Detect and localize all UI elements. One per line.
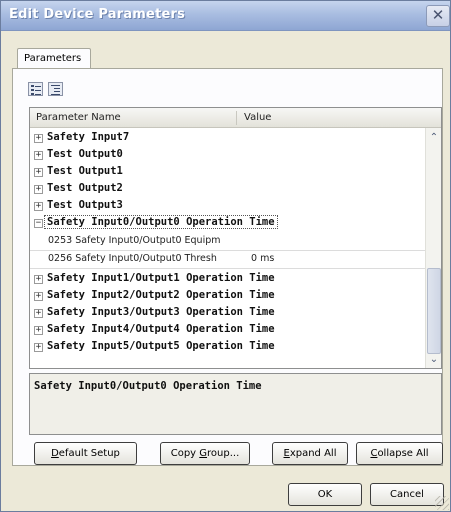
description-text: Safety Input0/Output0 Operation Time: [34, 380, 262, 392]
column-header-value[interactable]: Value: [244, 112, 271, 123]
edit-device-parameters-dialog: Edit Device Parameters ✕ Parameters Para…: [0, 0, 451, 512]
group-row[interactable]: + Test Output1: [30, 164, 425, 180]
group-row[interactable]: + Test Output3: [30, 198, 425, 214]
tab-parameters-label: Parameters: [24, 53, 82, 64]
group-row[interactable]: + Safety Input5/Output5 Operation Time: [30, 339, 425, 355]
default-setup-button[interactable]: Default Setup: [34, 442, 137, 465]
group-row-selected[interactable]: − Safety Input0/Output0 Operation Time: [30, 215, 425, 231]
scroll-up-icon[interactable]: ⌃: [426, 130, 442, 146]
mnemonic: D: [51, 448, 59, 459]
button-label: xpand All: [289, 448, 337, 459]
button-label: Copy: [170, 448, 200, 459]
copy-group-button[interactable]: Copy Group...: [160, 442, 250, 465]
column-divider[interactable]: [236, 111, 237, 125]
button-label: roup...: [207, 448, 240, 459]
scroll-thumb[interactable]: [427, 268, 441, 354]
group-row[interactable]: + Safety Input2/Output2 Operation Time: [30, 288, 425, 304]
expand-icon[interactable]: +: [34, 151, 43, 160]
expand-icon[interactable]: +: [34, 185, 43, 194]
group-label: Test Output2: [47, 182, 123, 194]
button-label: efault Setup: [58, 448, 120, 459]
group-row[interactable]: + Safety Input4/Output4 Operation Time: [30, 322, 425, 338]
resize-grip-icon[interactable]: [435, 496, 449, 510]
expand-icon[interactable]: +: [34, 343, 43, 352]
title-bar[interactable]: Edit Device Parameters ✕: [1, 1, 450, 31]
expand-icon[interactable]: +: [34, 134, 43, 143]
vertical-scrollbar[interactable]: ⌃ ⌄: [425, 128, 441, 368]
collapse-icon[interactable]: −: [34, 219, 43, 228]
ok-button[interactable]: OK: [288, 483, 362, 506]
group-row[interactable]: + Safety Input7: [30, 130, 425, 146]
expand-all-button[interactable]: Expand All: [272, 442, 348, 465]
parameter-row[interactable]: 0253 Safety Input0/Output0 Equipm: [30, 233, 425, 251]
tab-parameters[interactable]: Parameters: [17, 48, 91, 69]
parameter-row[interactable]: 0256 Safety Input0/Output0 Thresh 0 ms: [30, 251, 425, 269]
group-label: Safety Input1/Output1 Operation Time: [47, 272, 275, 284]
group-row[interactable]: + Safety Input3/Output3 Operation Time: [30, 305, 425, 321]
expand-icon[interactable]: +: [34, 275, 43, 284]
collapse-all-button[interactable]: Collapse All: [356, 442, 443, 465]
group-label: Test Output3: [47, 199, 123, 211]
description-panel: Safety Input0/Output0 Operation Time: [29, 373, 442, 435]
scroll-down-icon[interactable]: ⌄: [426, 352, 442, 368]
group-label: Test Output1: [47, 165, 123, 177]
group-row[interactable]: + Safety Input1/Output1 Operation Time: [30, 271, 425, 287]
mnemonic: G: [199, 448, 208, 459]
group-label: Safety Input4/Output4 Operation Time: [47, 323, 275, 335]
group-row[interactable]: + Test Output0: [30, 147, 425, 163]
group-label: Safety Input7: [47, 131, 130, 143]
close-button[interactable]: ✕: [426, 5, 450, 27]
group-label: Test Output0: [47, 148, 123, 160]
column-header-parameter-name[interactable]: Parameter Name: [36, 112, 121, 123]
group-row[interactable]: + Test Output2: [30, 181, 425, 197]
parameter-name: 0253 Safety Input0/Output0 Equipm: [48, 235, 221, 246]
group-label: Safety Input2/Output2 Operation Time: [47, 289, 275, 301]
expand-icon[interactable]: +: [34, 168, 43, 177]
close-icon: ✕: [431, 6, 445, 24]
parameter-name: 0256 Safety Input0/Output0 Thresh: [48, 253, 217, 264]
button-label: ollapse All: [377, 448, 429, 459]
cancel-button[interactable]: Cancel: [370, 483, 444, 506]
grid-header: Parameter Name Value: [30, 108, 441, 128]
expand-icon[interactable]: +: [34, 292, 43, 301]
window-title: Edit Device Parameters: [9, 7, 186, 22]
expand-icon[interactable]: +: [34, 309, 43, 318]
details-view-icon[interactable]: [48, 82, 63, 96]
group-label: Safety Input0/Output0 Operation Time: [44, 215, 278, 229]
group-label: Safety Input3/Output3 Operation Time: [47, 306, 275, 318]
list-view-icon[interactable]: [28, 82, 43, 96]
parameter-grid[interactable]: Parameter Name Value + Safety Input7 + T…: [29, 107, 442, 369]
expand-icon[interactable]: +: [34, 326, 43, 335]
group-label: Safety Input5/Output5 Operation Time: [47, 340, 275, 352]
expand-icon[interactable]: +: [34, 202, 43, 211]
parameter-value[interactable]: 0 ms: [251, 253, 274, 264]
